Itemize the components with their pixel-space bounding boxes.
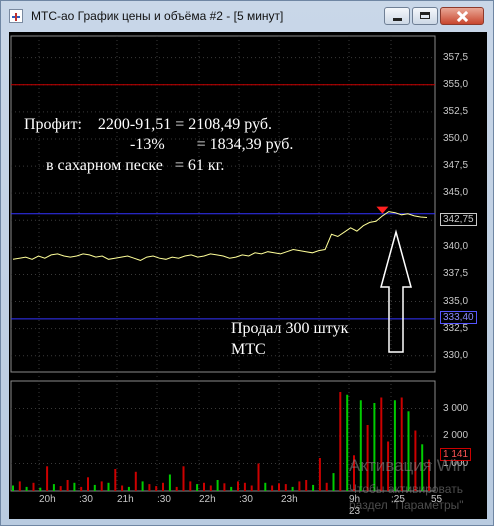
price-tick-label: 335,0 [443, 295, 469, 307]
price-tick-label: 350,0 [443, 132, 469, 144]
maximize-button[interactable] [412, 7, 438, 25]
price-tick-label: 347,5 [443, 160, 469, 172]
time-tick-label: 20h [39, 494, 56, 505]
price-tick-label: 352,5 [443, 105, 469, 117]
price-tick-label: 340,0 [443, 241, 469, 253]
sold-text-line1: Продал 300 штук [231, 320, 349, 337]
activation-watermark-line2: раздел "Параметры" [349, 498, 464, 512]
price-tick-label: 337,5 [443, 268, 469, 280]
activation-watermark-line1: Чтобы активировать [349, 482, 463, 496]
price-tick-label: 355,0 [443, 78, 469, 90]
sold-text-line2: МТС [231, 341, 266, 358]
chart-window: МТС-ао График цены и объёма #2 - [5 мину… [0, 0, 494, 526]
price-tick-label: 345,0 [443, 187, 469, 199]
volume-tick-label: 3 000 [443, 402, 469, 414]
price-series-line [12, 211, 428, 261]
activation-watermark-title: Активация Win [349, 456, 466, 475]
window-title: МТС-ао График цены и объёма #2 - [5 мину… [31, 9, 284, 23]
current-price-label: 342,75 [440, 213, 477, 226]
time-tick-label: 23h [281, 494, 298, 505]
chart-app-icon[interactable] [9, 9, 23, 23]
sold-arrow [380, 229, 412, 353]
level-marker-label: 333,40 [440, 311, 477, 324]
sugar-line: в сахарном песке = 61 кг. [46, 157, 225, 174]
chart-canvas[interactable] [9, 32, 487, 519]
chart-area[interactable]: 357,5355,0352,5350,0347,5345,0342,5340,0… [9, 32, 487, 519]
time-tick-label: :30 [157, 494, 171, 505]
time-tick-label: :30 [239, 494, 253, 505]
volume-tick-label: 2 000 [443, 430, 469, 441]
price-tick-label: 357,5 [443, 51, 469, 63]
close-button[interactable] [440, 7, 484, 25]
time-tick-label: 21h [117, 494, 134, 505]
price-panel-frame [10, 35, 436, 373]
minimize-button[interactable] [384, 7, 410, 25]
price-tick-label: 332,5 [443, 322, 469, 334]
time-tick-label: 22h [199, 494, 216, 505]
title-bar[interactable]: МТС-ао График цены и объёма #2 - [5 мину… [1, 1, 493, 31]
profit-line: Профит: 2200-91,51 = 2108,49 руб. [24, 116, 272, 133]
percent-line: -13% = 1834,39 руб. [130, 136, 294, 153]
price-tick-label: 330,0 [443, 349, 469, 361]
time-tick-label: :30 [79, 494, 93, 505]
